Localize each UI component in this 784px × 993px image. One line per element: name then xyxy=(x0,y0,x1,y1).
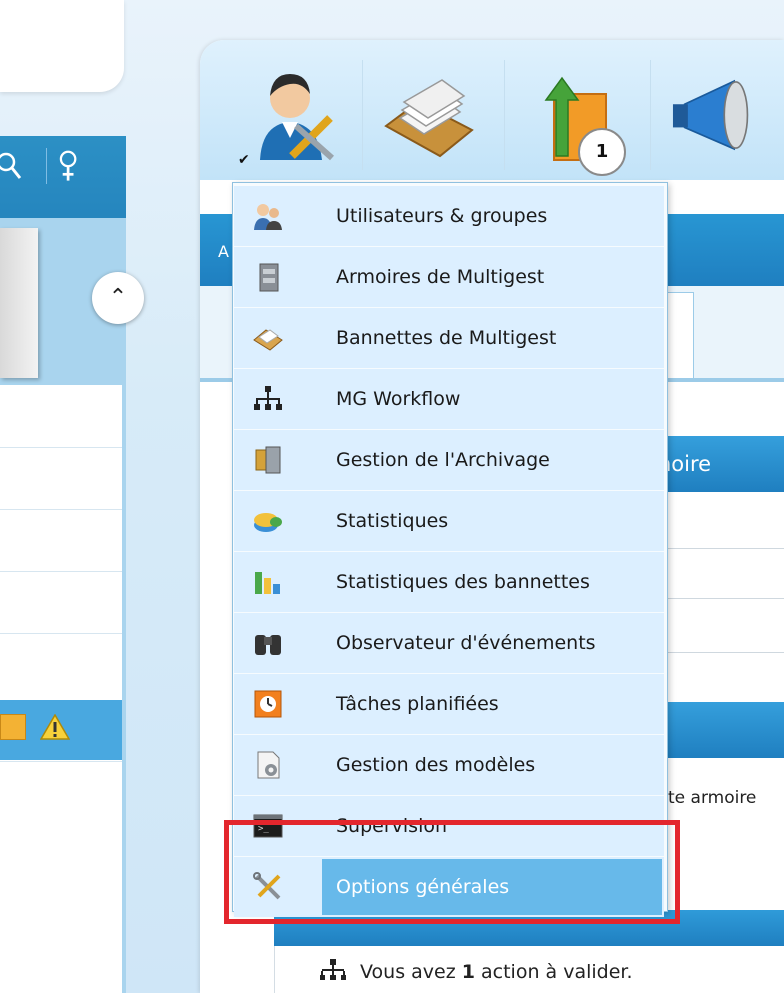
collapse-button[interactable]: ⌃ xyxy=(92,272,144,324)
menu-item-label: Observateur d'événements xyxy=(336,632,596,654)
zoom-in-icon[interactable] xyxy=(56,150,82,186)
mail-tray-icon[interactable] xyxy=(380,60,476,170)
warning-icon xyxy=(40,714,70,740)
menu-item-archiving[interactable]: Gestion de l'Archivage xyxy=(234,430,664,490)
document-cube-image xyxy=(0,228,38,378)
list-divider xyxy=(0,509,122,510)
panel-header-2 xyxy=(650,702,784,758)
cabinet-icon xyxy=(259,263,279,292)
toolbar-separator xyxy=(650,60,651,170)
toolbar-separator xyxy=(46,148,47,184)
toolbar-separator xyxy=(362,60,363,170)
top-left-card xyxy=(0,0,124,92)
tray-icon xyxy=(253,329,283,351)
tab-label-partial: A xyxy=(218,242,229,261)
menu-item-label: Utilisateurs & groupes xyxy=(336,205,548,227)
chevron-up-icon: ⌃ xyxy=(108,285,128,310)
armoire-text: te armoire xyxy=(668,788,757,808)
bar-chart-icon xyxy=(255,572,280,594)
left-list xyxy=(0,385,122,993)
menu-item-event-viewer[interactable]: Observateur d'événements xyxy=(234,613,664,673)
menu-item-label: Statistiques xyxy=(336,510,449,532)
archive-icon xyxy=(255,446,281,474)
menu-item-label: MG Workflow xyxy=(336,388,461,410)
menu-item-trays[interactable]: Bannettes de Multigest xyxy=(234,308,664,368)
pending-text-suffix: action à valider. xyxy=(481,961,633,983)
list-divider xyxy=(0,761,122,762)
megaphone-icon[interactable] xyxy=(668,60,764,170)
menu-item-templates[interactable]: Gestion des modèles xyxy=(234,735,664,795)
workflow-icon xyxy=(320,959,346,980)
pending-text-prefix: Vous avez xyxy=(360,961,456,983)
admin-user-icon[interactable] xyxy=(246,60,342,170)
row-divider xyxy=(650,652,784,653)
star-icon xyxy=(0,714,26,740)
menu-item-label: Bannettes de Multigest xyxy=(336,327,557,349)
toolbar-separator xyxy=(504,60,505,170)
row-divider xyxy=(650,598,784,599)
search-icon[interactable] xyxy=(0,150,26,186)
menu-item-scheduled-tasks[interactable]: Tâches planifiées xyxy=(234,674,664,734)
statistics-icon xyxy=(254,513,282,532)
chevron-down-icon[interactable]: ✔ xyxy=(238,152,250,168)
menu-item-label: Statistiques des bannettes xyxy=(336,571,590,593)
workflow-icon xyxy=(254,386,282,410)
menu-item-label: Armoires de Multigest xyxy=(336,266,545,288)
menu-item-label: Tâches planifiées xyxy=(336,693,499,715)
pending-count: 1 xyxy=(461,961,475,983)
list-divider xyxy=(0,447,122,448)
row-divider xyxy=(650,548,784,549)
menu-item-cabinets[interactable]: Armoires de Multigest xyxy=(234,247,664,307)
menu-item-users-groups[interactable]: Utilisateurs & groupes xyxy=(234,186,664,246)
templates-icon xyxy=(257,751,280,779)
menu-item-label: Gestion de l'Archivage xyxy=(336,449,550,471)
list-divider xyxy=(0,571,122,572)
menu-item-workflow[interactable]: MG Workflow xyxy=(234,369,664,429)
users-icon xyxy=(254,204,282,230)
highlight-callout-box xyxy=(224,820,680,924)
pending-actions-row[interactable]: Vous avez 1 action à valider. xyxy=(320,958,633,983)
notification-badge: 1 xyxy=(578,128,626,176)
menu-item-label: Gestion des modèles xyxy=(336,754,536,776)
menu-item-statistics[interactable]: Statistiques xyxy=(234,491,664,551)
list-divider xyxy=(0,633,122,634)
binoculars-icon xyxy=(255,635,281,655)
scheduled-tasks-icon xyxy=(254,690,282,718)
panel-header-armoire: noire xyxy=(650,436,784,492)
menu-item-tray-statistics[interactable]: Statistiques des bannettes xyxy=(234,552,664,612)
